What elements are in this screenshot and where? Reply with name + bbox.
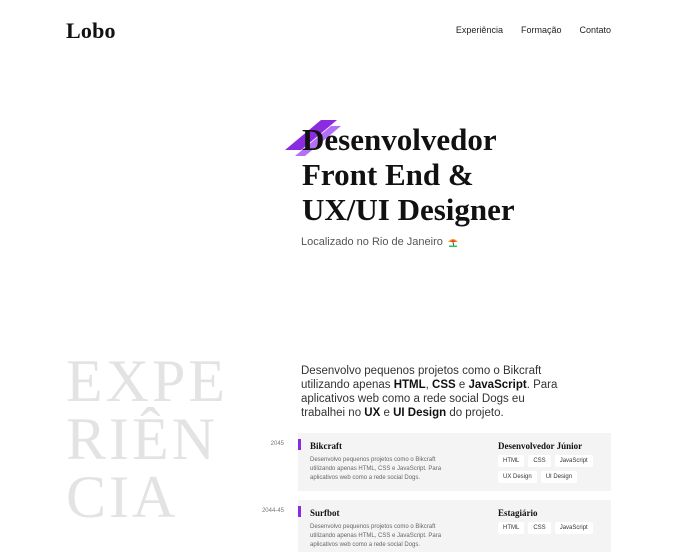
main-nav: Experiência Formação Contato [456,25,611,35]
logo[interactable]: Lobo [66,18,116,44]
job-tags: HTML CSS JavaScript UX Design UI Design [498,455,608,483]
location-text: Localizado no Rio de Janeiro [301,236,443,248]
tag-javascript: JavaScript [554,522,593,534]
tag-css: CSS [528,522,551,534]
intro-text: do projeto. [446,406,504,419]
job-role: Desenvolvedor Júnior [498,441,583,451]
experience-heading: EXPE RIÊN CIA [66,348,228,530]
experience-heading-line-1: EXPE [66,348,228,414]
tag-html: HTML [498,455,525,467]
tag-css: CSS [528,455,551,467]
job-year: 2044-45 [261,508,284,514]
job-accent-bar [298,439,301,450]
nav-link-contato[interactable]: Contato [579,25,611,35]
hero-title: Desenvolvedor Front End & UX/UI Designer [302,122,602,227]
intro-bold-css: CSS [432,378,456,391]
intro-text: e [455,378,469,391]
job-tags: HTML CSS JavaScript [498,522,608,534]
experience-intro: Desenvolvo pequenos projetos como o Bikc… [301,364,561,420]
hero-location: Localizado no Rio de Janeiro [301,236,459,248]
tag-ui-design: UI Design [540,471,578,483]
job-role: Estagiário [498,508,538,518]
job-row-bikcraft: 2045 Bikcraft Desenvolvo pequenos projet… [250,433,611,491]
experience-heading-line-2: RIÊN [66,406,218,472]
tag-javascript: JavaScript [554,455,593,467]
job-company: Surfbot [310,508,340,518]
job-description: Desenvolvo pequenos projetos como o Bikc… [310,457,442,481]
hero-title-line-1: Desenvolvedor [302,122,497,157]
intro-bold-ui-design: UI Design [393,406,447,419]
job-row-surfbot: 2044-45 Surfbot Desenvolvo pequenos proj… [250,500,611,552]
beach-umbrella-icon [447,239,458,247]
nav-link-formacao[interactable]: Formação [521,25,562,35]
page: Lobo Experiência Formação Contato Desenv… [0,0,677,559]
nav-link-experiencia[interactable]: Experiência [456,25,503,35]
experience-heading-line-3: CIA [66,464,179,530]
job-card: Surfbot Desenvolvo pequenos projetos com… [298,500,611,552]
job-year: 2045 [270,441,284,447]
intro-bold-ux: UX [364,406,381,419]
intro-bold-html: HTML [393,378,426,391]
intro-bold-javascript: JavaScript [468,378,527,391]
hero-title-line-2: Front End & [302,157,474,192]
job-accent-bar [298,506,301,517]
job-card: Bikcraft Desenvolvo pequenos projetos co… [298,433,611,491]
tag-html: HTML [498,522,525,534]
intro-text: e [380,406,394,419]
tag-ux-design: UX Design [498,471,537,483]
hero-title-line-3: UX/UI Designer [302,192,515,227]
job-description: Desenvolvo pequenos projetos como o Bikc… [310,524,442,548]
